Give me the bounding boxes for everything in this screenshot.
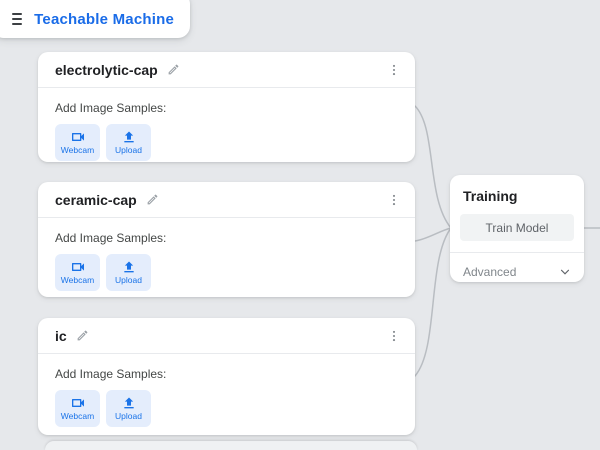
class-card: ceramic-cap Add Image Samples: Webcam Up…	[38, 182, 415, 297]
edit-pencil-icon[interactable]	[146, 193, 159, 206]
chevron-down-icon	[558, 265, 572, 279]
class-name[interactable]: ic	[55, 328, 67, 344]
upload-button[interactable]: Upload	[106, 124, 151, 161]
next-class-card-edge	[45, 441, 417, 450]
upload-label: Upload	[115, 146, 142, 155]
training-title: Training	[450, 175, 584, 204]
upload-label: Upload	[115, 276, 142, 285]
upload-icon	[121, 259, 137, 275]
advanced-toggle[interactable]: Advanced	[450, 253, 584, 291]
upload-icon	[121, 395, 137, 411]
edit-pencil-icon[interactable]	[76, 329, 89, 342]
class-card-header: ceramic-cap	[38, 182, 415, 218]
webcam-icon	[70, 259, 86, 275]
webcam-button[interactable]: Webcam	[55, 124, 100, 161]
app-header: Teachable Machine	[0, 0, 190, 38]
upload-label: Upload	[115, 412, 142, 421]
class-card: ic Add Image Samples: Webcam Upload	[38, 318, 415, 435]
webcam-icon	[70, 129, 86, 145]
class-card-header: ic	[38, 318, 415, 354]
kebab-menu-icon[interactable]	[385, 61, 403, 79]
training-panel: Training Train Model Advanced	[450, 175, 584, 282]
add-samples-label: Add Image Samples:	[55, 231, 398, 245]
advanced-label: Advanced	[463, 265, 516, 279]
class-name[interactable]: ceramic-cap	[55, 192, 137, 208]
app-title[interactable]: Teachable Machine	[34, 11, 174, 28]
kebab-menu-icon[interactable]	[385, 191, 403, 209]
connector-class1-training	[415, 106, 451, 228]
hamburger-menu-icon[interactable]	[12, 13, 22, 25]
webcam-button[interactable]: Webcam	[55, 254, 100, 291]
webcam-icon	[70, 395, 86, 411]
upload-button[interactable]: Upload	[106, 254, 151, 291]
webcam-label: Webcam	[61, 412, 94, 421]
class-card-body: Add Image Samples: Webcam Upload	[38, 88, 415, 161]
webcam-button[interactable]: Webcam	[55, 390, 100, 427]
class-card-body: Add Image Samples: Webcam Upload	[38, 218, 415, 291]
upload-icon	[121, 129, 137, 145]
webcam-label: Webcam	[61, 146, 94, 155]
edit-pencil-icon[interactable]	[167, 63, 180, 76]
kebab-menu-icon[interactable]	[385, 327, 403, 345]
class-card-body: Add Image Samples: Webcam Upload	[38, 354, 415, 427]
webcam-label: Webcam	[61, 276, 94, 285]
train-model-button[interactable]: Train Model	[460, 214, 574, 241]
add-samples-label: Add Image Samples:	[55, 367, 398, 381]
connector-class3-training	[415, 228, 451, 376]
add-samples-label: Add Image Samples:	[55, 101, 398, 115]
class-name[interactable]: electrolytic-cap	[55, 62, 158, 78]
class-card-header: electrolytic-cap	[38, 52, 415, 88]
class-card: electrolytic-cap Add Image Samples: Webc…	[38, 52, 415, 162]
upload-button[interactable]: Upload	[106, 390, 151, 427]
